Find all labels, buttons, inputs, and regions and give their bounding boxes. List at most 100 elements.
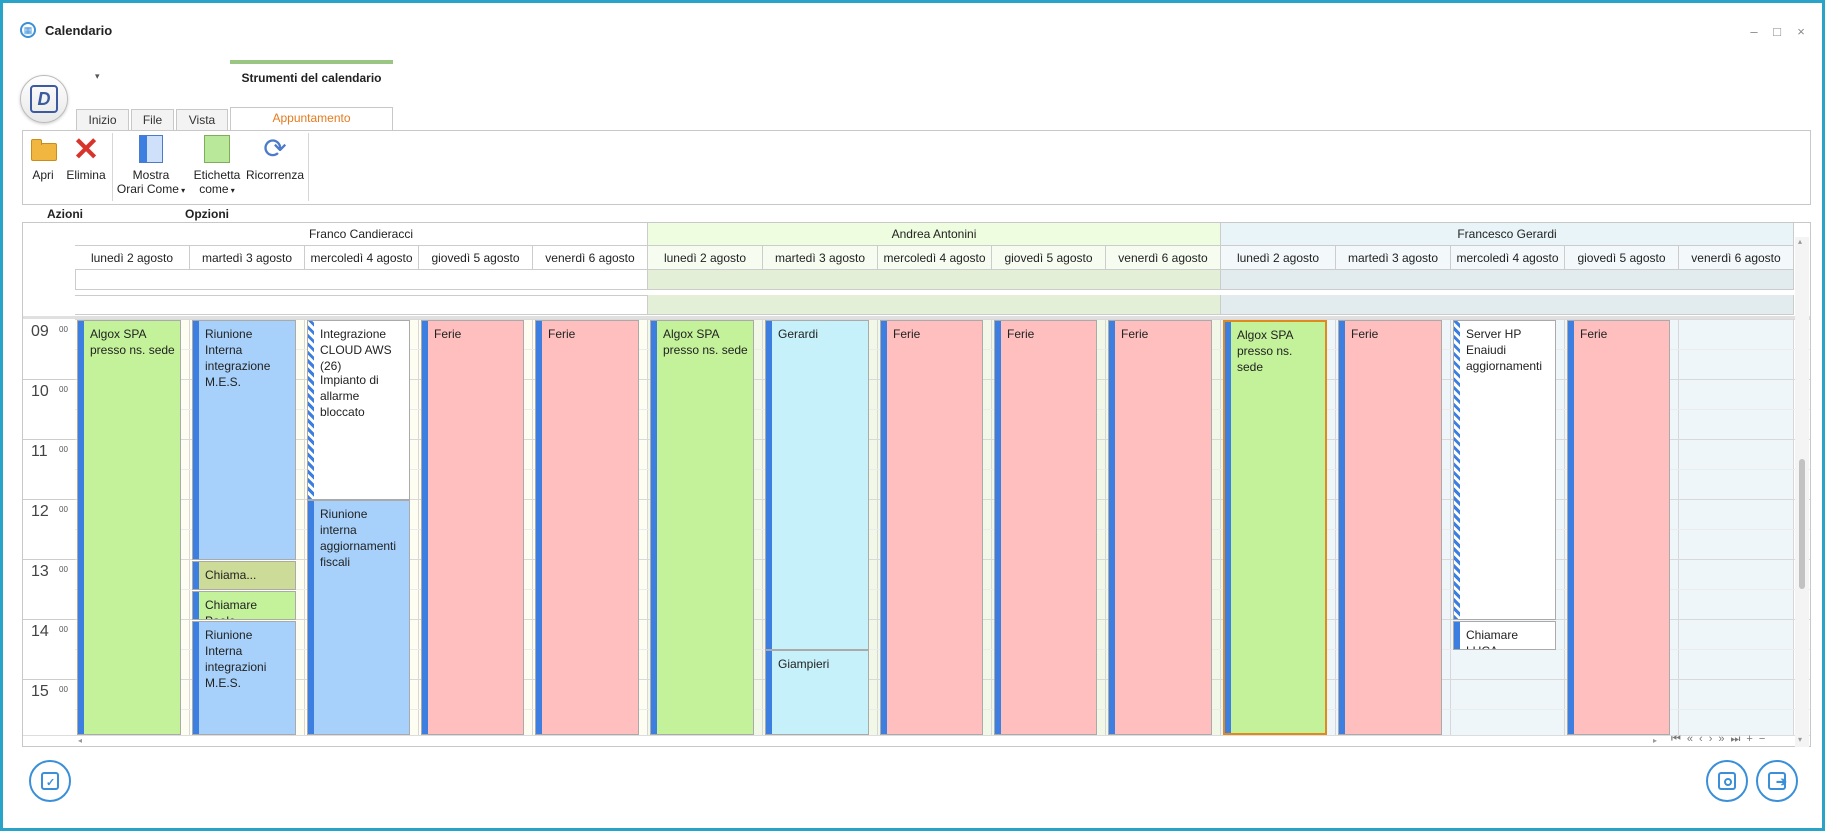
ricorrenza-button[interactable]: ⟳ Ricorrenza <box>245 135 305 183</box>
apri-button[interactable]: Apri <box>25 135 61 182</box>
appointment[interactable]: Algox SPA presso ns. sede <box>77 320 181 735</box>
minimize-button[interactable]: – <box>1745 23 1763 41</box>
status-bar <box>1568 321 1574 734</box>
mostra-orari-come-button[interactable]: Mostra Orari Come ▾ <box>115 135 187 198</box>
all-day-row[interactable] <box>75 295 648 315</box>
appointment[interactable]: Ferie <box>1567 320 1670 735</box>
scroll-down-icon[interactable]: ▾ <box>1798 735 1802 744</box>
hour-label: 14 <box>31 623 49 640</box>
tab-inizio[interactable]: Inizio <box>76 109 129 130</box>
first-page-icon[interactable]: ⏮ <box>1671 733 1687 745</box>
scheduler-grid: Franco Candieracci Andrea Antonini Franc… <box>22 222 1811 747</box>
tentative-status-bar <box>308 321 314 499</box>
etichetta-come-button[interactable]: Etichetta come ▾ <box>191 135 243 198</box>
day-header[interactable]: mercoledì 4 agosto <box>1451 246 1565 270</box>
appointment[interactable]: Ferie <box>880 320 983 735</box>
tab-appuntamento[interactable]: Appuntamento <box>230 107 393 131</box>
day-header[interactable]: martedì 3 agosto <box>763 246 878 270</box>
vertical-scroll-thumb[interactable] <box>1799 459 1805 589</box>
appointment[interactable]: Chiamare LUCA <box>1453 621 1556 650</box>
ruler-line <box>23 499 75 500</box>
dropdown-arrow-icon: ▾ <box>228 186 235 195</box>
minute-label: 00 <box>59 565 68 574</box>
status-bar <box>193 321 199 559</box>
day-header[interactable]: lunedì 2 agosto <box>648 246 763 270</box>
prev-icon[interactable]: ‹ <box>1699 733 1709 745</box>
search-button[interactable] <box>1706 760 1748 802</box>
all-day-row[interactable] <box>648 270 1221 290</box>
zoom-out-icon[interactable]: − <box>1759 733 1771 745</box>
day-column[interactable] <box>1679 319 1794 735</box>
show-time-as-icon <box>137 135 165 163</box>
all-day-row[interactable] <box>1221 295 1794 315</box>
minute-label: 00 <box>59 505 68 514</box>
scroll-up-icon[interactable]: ▴ <box>1798 237 1802 246</box>
day-header[interactable]: venerdì 6 agosto <box>1679 246 1794 270</box>
appointment[interactable]: Ferie <box>535 320 639 735</box>
status-bar <box>193 622 199 734</box>
appointment-subject: Algox SPA presso ns. sede <box>663 327 748 357</box>
day-header[interactable]: giovedì 5 agosto <box>992 246 1106 270</box>
day-header[interactable]: giovedì 5 agosto <box>1565 246 1679 270</box>
day-header[interactable]: lunedì 2 agosto <box>1221 246 1336 270</box>
day-header[interactable]: mercoledì 4 agosto <box>878 246 992 270</box>
status-bar <box>766 321 772 649</box>
close-button[interactable]: × <box>1792 23 1810 41</box>
appointment[interactable]: Gerardi <box>765 320 869 650</box>
ribbon-panel: Apri ✕ Elimina Mostra Orari Come ▾ Etich… <box>22 130 1811 205</box>
prev-page-icon[interactable]: « <box>1687 733 1699 745</box>
hour-label: 15 <box>31 683 49 700</box>
appointment-subject: Ferie <box>1121 327 1149 341</box>
appointment[interactable]: Server HP Enaiudi aggiornamenti <box>1453 320 1556 620</box>
all-day-row[interactable] <box>1221 270 1794 290</box>
appointment-selected[interactable]: Algox SPA presso ns. sede <box>1223 320 1327 735</box>
appointment[interactable]: Ferie <box>1338 320 1442 735</box>
maximize-button[interactable]: □ <box>1768 23 1786 41</box>
next-icon[interactable]: › <box>1709 733 1719 745</box>
appointment[interactable]: Riunione interna aggiornamenti fiscali <box>307 500 410 735</box>
exit-button[interactable]: ➔ <box>1756 760 1798 802</box>
day-header[interactable]: venerdì 6 agosto <box>533 246 648 270</box>
application-menu-button[interactable]: D <box>20 75 68 123</box>
appointment-subject: Ferie <box>1007 327 1035 341</box>
day-header[interactable]: venerdì 6 agosto <box>1106 246 1221 270</box>
all-day-row[interactable] <box>648 295 1221 315</box>
appointment[interactable]: Ferie <box>994 320 1097 735</box>
zoom-in-icon[interactable]: + <box>1746 733 1758 745</box>
appointment[interactable]: Giampieri <box>765 650 869 735</box>
quick-access-dropdown-icon[interactable]: ▾ <box>95 71 100 82</box>
appointment-subject: Chiamare Paolo <box>205 598 258 619</box>
tab-file[interactable]: File <box>131 109 174 130</box>
day-header[interactable]: giovedì 5 agosto <box>419 246 533 270</box>
hour-label: 10 <box>31 383 49 400</box>
status-bar <box>651 321 657 734</box>
search-document-icon <box>1718 772 1736 790</box>
hour-label: 11 <box>31 443 48 460</box>
next-page-icon[interactable]: » <box>1718 733 1730 745</box>
day-header[interactable]: lunedì 2 agosto <box>75 246 190 270</box>
appointment[interactable]: Chiama... <box>192 561 296 590</box>
appointment-subject: Chiama... <box>205 568 257 582</box>
scroll-right-icon[interactable]: ▸ <box>1653 736 1657 745</box>
elimina-button[interactable]: ✕ Elimina <box>65 133 107 182</box>
save-close-button[interactable]: ✓ <box>29 760 71 802</box>
day-header[interactable]: martedì 3 agosto <box>1336 246 1451 270</box>
navigation-buttons: ⏮«‹›»⏭+− <box>1671 733 1771 746</box>
appointment[interactable]: Riunione Interna integrazione M.E.S. <box>192 320 296 560</box>
appointment[interactable]: Algox SPA presso ns. sede <box>650 320 754 735</box>
appointment[interactable]: Integrazione CLOUD AWS (26) Impianto di a… <box>307 320 410 500</box>
tentative-status-bar <box>1454 321 1460 619</box>
appointment[interactable]: Riunione Interna integrazioni M.E.S. <box>192 621 296 735</box>
all-day-row[interactable] <box>75 270 648 290</box>
scroll-left-icon[interactable]: ◂ <box>78 736 82 745</box>
resource-header-franco: Franco Candieracci <box>75 223 648 246</box>
appointment[interactable]: Ferie <box>421 320 524 735</box>
day-header[interactable]: mercoledì 4 agosto <box>305 246 419 270</box>
day-header[interactable]: martedì 3 agosto <box>190 246 305 270</box>
horizontal-scrollbar[interactable]: ◂ ▸ <box>23 735 1810 746</box>
appointment[interactable]: Ferie <box>1108 320 1212 735</box>
appointment[interactable]: Chiamare Paolo <box>192 591 296 620</box>
vertical-scrollbar[interactable]: ▴ ▾ <box>1795 237 1809 747</box>
last-page-icon[interactable]: ⏭ <box>1731 733 1747 745</box>
tab-vista[interactable]: Vista <box>176 109 228 130</box>
